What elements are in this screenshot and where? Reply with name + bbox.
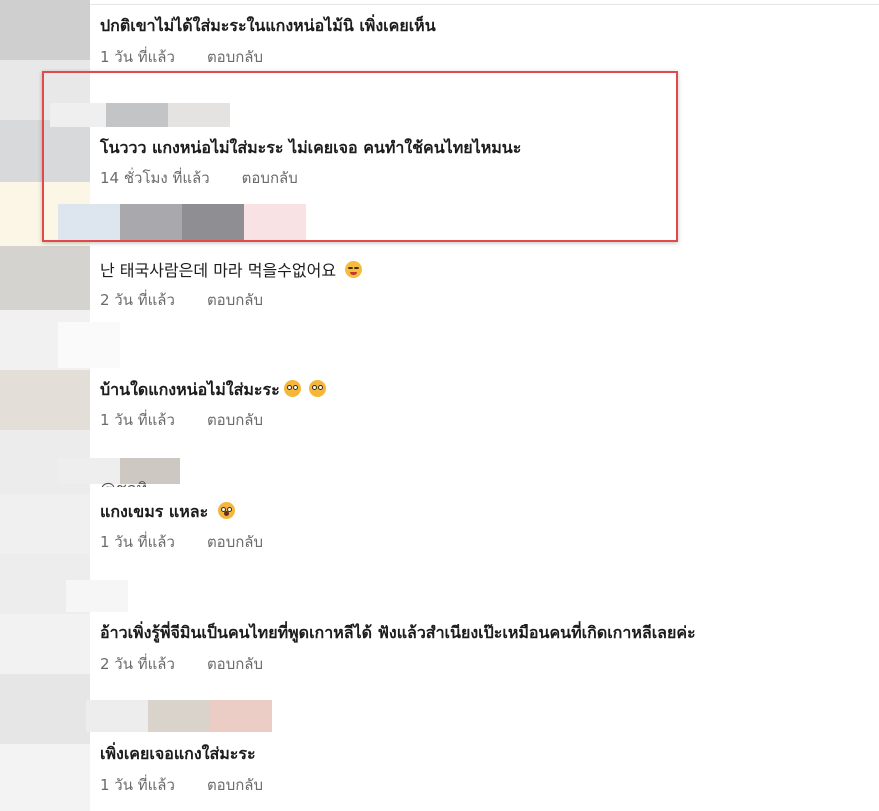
reply-button[interactable]: ตอบกลับ xyxy=(207,288,263,312)
comment-time: 1 วัน ที่แล้ว xyxy=(100,776,175,794)
comment-text-content: บ้านใดแกงหน่อไม่ใส่มะระ xyxy=(100,380,280,399)
comment-time: 1 วัน ที่แล้ว xyxy=(100,533,175,551)
comment-time: 2 วัน ที่แล้ว xyxy=(100,291,175,309)
comment-time: 1 วัน ที่แล้ว xyxy=(100,411,175,429)
comment-time: 1 วัน ที่แล้ว xyxy=(100,48,175,66)
avatar[interactable] xyxy=(0,494,90,554)
reply-button[interactable]: ตอบกลับ xyxy=(207,45,263,69)
avatar[interactable] xyxy=(0,674,90,744)
reply-button[interactable]: ตอบกลับ xyxy=(207,652,263,676)
reply-button[interactable]: ตอบกลับ xyxy=(207,773,263,797)
avatar[interactable] xyxy=(0,246,90,310)
comment-meta: 1 วัน ที่แล้ว ตอบกลับ xyxy=(100,773,263,797)
comment-meta: 1 วัน ที่แล้ว ตอบกลับ xyxy=(100,408,263,432)
comment-meta: 1 วัน ที่แล้ว ตอบกลับ xyxy=(100,530,263,554)
username-redacted xyxy=(148,700,210,732)
reply-button[interactable]: ตอบกลับ xyxy=(207,408,263,432)
yawning-face-emoji xyxy=(217,502,235,519)
username-redacted xyxy=(86,700,148,732)
username-redacted xyxy=(66,580,128,612)
reply-button[interactable]: ตอบกลับ xyxy=(207,530,263,554)
comment-text-content: 난 태국사람은데 마라 먹을수없어요 xyxy=(100,261,337,280)
comment-meta: 2 วัน ที่แล้ว ตอบกลับ xyxy=(100,652,263,676)
highlight-annotation-box xyxy=(42,71,678,242)
comment-text: แกงเขมร แหละ xyxy=(100,500,235,525)
comment-text: อ้าวเพิ่งรู้พี่จีมินเป็นคนไทยที่พูดเกาหล… xyxy=(100,623,696,642)
avatar[interactable] xyxy=(0,744,90,811)
comment-text: เพิ่งเคยเจอแกงใส่มะระ xyxy=(100,744,256,763)
avatar[interactable] xyxy=(0,614,90,674)
username-redacted xyxy=(210,700,272,732)
comment-text: ปกติเขาไม่ได้ใส่มะระในแกงหน่อไม้นิ เพิ่ง… xyxy=(100,16,436,35)
laughing-face-emoji xyxy=(345,261,363,278)
username-redacted xyxy=(58,322,120,368)
mention-tag[interactable]: @ชลทิ xyxy=(100,477,147,487)
comment-text: 난 태국사람은데 마라 먹을수없어요 xyxy=(100,257,363,281)
flushed-face-emoji xyxy=(308,380,326,397)
comment-meta: 2 วัน ที่แล้ว ตอบกลับ xyxy=(100,288,263,312)
comment-time: 2 วัน ที่แล้ว xyxy=(100,655,175,673)
avatar[interactable] xyxy=(0,370,90,430)
avatar[interactable] xyxy=(0,0,90,60)
top-divider xyxy=(90,4,879,5)
comment-meta: 1 วัน ที่แล้ว ตอบกลับ xyxy=(100,45,263,69)
comment-text: บ้านใดแกงหน่อไม่ใส่มะระ xyxy=(100,378,326,403)
comment-text-content: แกงเขมร แหละ xyxy=(100,502,209,521)
flushed-face-emoji xyxy=(283,380,301,397)
